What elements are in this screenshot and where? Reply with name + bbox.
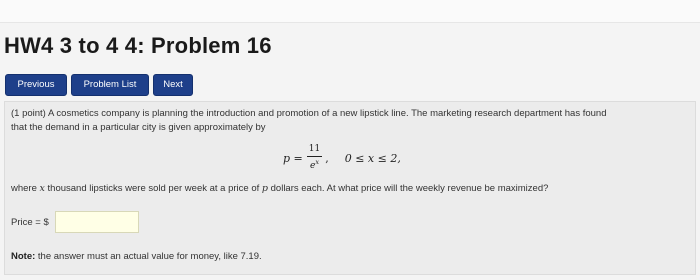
demand-formula: p = 11 ex , 0 ≤ x ≤ 2, bbox=[283, 141, 401, 175]
previous-button[interactable]: Previous bbox=[5, 74, 67, 96]
note-text: the answer must an actual value for mone… bbox=[37, 251, 262, 262]
price-answer-input[interactable] bbox=[55, 211, 139, 233]
question-part-3: dollars each. At what price will the wee… bbox=[270, 183, 549, 194]
formula-denominator: ex bbox=[310, 157, 319, 171]
question-var-p: p bbox=[261, 183, 268, 194]
formula-comma: , bbox=[325, 151, 329, 165]
problem-text-line-1: (1 point) A cosmetics company is plannin… bbox=[11, 108, 607, 119]
next-button[interactable]: Next bbox=[153, 74, 193, 96]
answer-label: Price = $ bbox=[11, 217, 49, 228]
note-label: Note: bbox=[11, 251, 36, 262]
formula-domain: 0 ≤ x ≤ 2, bbox=[344, 151, 401, 165]
question-var-x: x bbox=[39, 183, 45, 194]
question-text: where x thousand lipsticks were sold per… bbox=[11, 183, 548, 194]
formula-fraction: 11 ex bbox=[306, 145, 323, 171]
top-strip bbox=[0, 0, 700, 23]
question-part-1: where bbox=[11, 183, 37, 194]
question-part-2: thousand lipsticks were sold per week at… bbox=[47, 183, 260, 194]
formula-lhs: p = bbox=[283, 151, 303, 165]
note: Note: the answer must an actual value fo… bbox=[11, 251, 262, 262]
problem-text-line-2: that the demand in a particular city is … bbox=[11, 122, 266, 133]
formula-denominator-exponent: x bbox=[315, 158, 319, 166]
problem-nav: Previous Problem List Next bbox=[5, 74, 193, 96]
problem-list-button[interactable]: Problem List bbox=[71, 74, 149, 96]
formula-numerator: 11 bbox=[306, 145, 323, 157]
page-title: HW4 3 to 4 4: Problem 16 bbox=[4, 33, 272, 58]
